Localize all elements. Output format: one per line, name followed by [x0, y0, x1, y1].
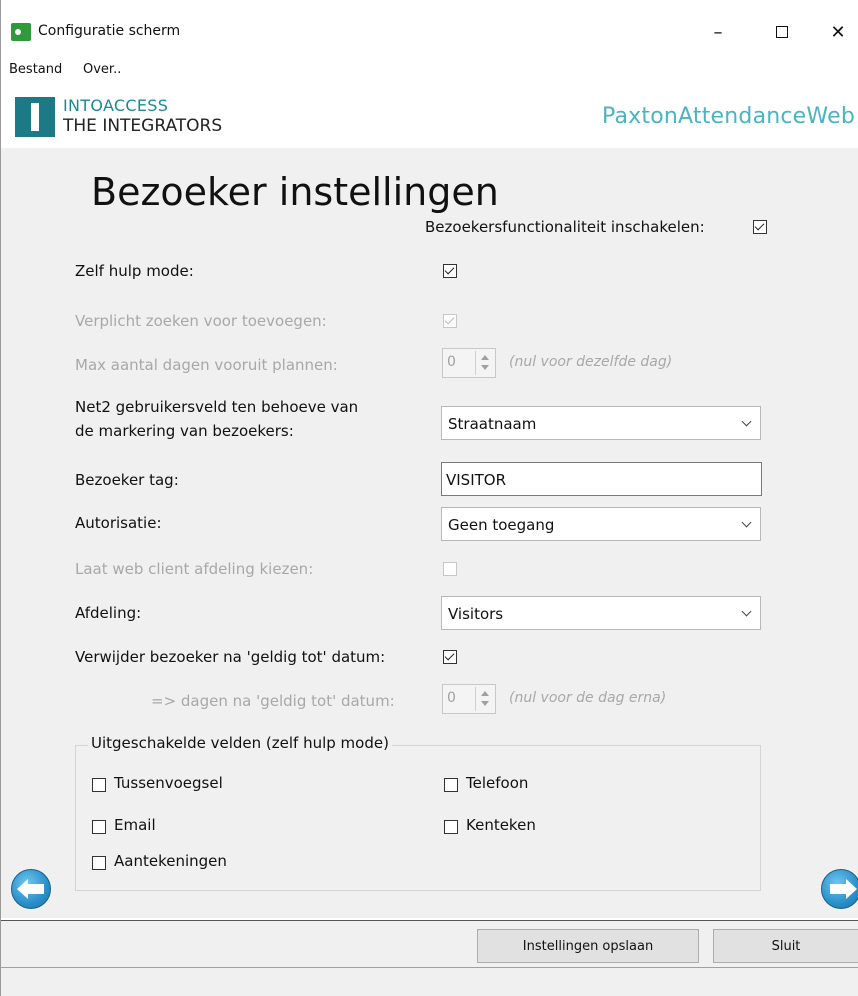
authorization-select[interactable]: Geen toegang: [441, 507, 761, 541]
chevron-down-icon: [741, 606, 752, 617]
close-button[interactable]: Sluit: [713, 929, 858, 963]
next-page-button[interactable]: [821, 869, 858, 909]
authorization-label: Autorisatie:: [75, 514, 162, 532]
save-settings-button[interactable]: Instellingen opslaan: [477, 929, 699, 963]
department-select[interactable]: Visitors: [441, 596, 761, 630]
status-bar: [1, 968, 858, 996]
days-after-spin-buttons[interactable]: [475, 687, 493, 711]
email-label: Email: [114, 816, 156, 834]
net2-field-label-line1: Net2 gebruikersveld ten behoeve van: [75, 398, 359, 416]
visitor-tag-input[interactable]: VISITOR: [441, 462, 762, 496]
telefoon-checkbox[interactable]: [444, 778, 458, 792]
max-days-hint: (nul voor dezelfde dag): [509, 354, 673, 370]
web-client-dept-checkbox[interactable]: [443, 562, 457, 576]
web-client-dept-label: Laat web client afdeling kiezen:: [75, 560, 314, 578]
button-bar: Instellingen opslaan Sluit: [1, 920, 858, 968]
visitor-tag-value: VISITOR: [446, 471, 507, 489]
app-icon: [11, 23, 31, 41]
net2-field-select[interactable]: Straatnaam: [441, 406, 761, 440]
window-title: Configuratie scherm: [38, 23, 181, 39]
days-after-hint: (nul voor de dag erna): [509, 690, 667, 706]
tussenvoegsel-checkbox[interactable]: [92, 778, 106, 792]
intoaccess-logo-icon: [15, 97, 55, 137]
spin-down-icon: [481, 365, 489, 370]
page-title: Bezoeker instellingen: [91, 170, 499, 214]
net2-field-label-line2: de markering van bezoekers:: [75, 422, 294, 440]
enable-visitors-checkbox[interactable]: [753, 220, 767, 234]
arrow-right-icon: [846, 879, 857, 899]
days-after-stepper[interactable]: 0: [442, 684, 496, 714]
title-bar: Configuratie scherm – ✕: [1, 0, 858, 56]
configuration-window: Configuratie scherm – ✕ Bestand Over.. I…: [0, 0, 858, 996]
spin-up-icon: [481, 355, 489, 360]
minimize-button[interactable]: –: [695, 14, 741, 50]
required-search-checkbox[interactable]: [443, 314, 457, 328]
max-days-stepper[interactable]: 0: [442, 348, 496, 378]
arrow-left-shaft: [26, 884, 44, 894]
logo-line-1: INTOACCESS: [63, 96, 169, 115]
spin-up-icon: [481, 691, 489, 696]
menu-bar: Bestand Over..: [1, 56, 858, 86]
kenteken-checkbox[interactable]: [444, 820, 458, 834]
close-window-button[interactable]: ✕: [815, 14, 858, 50]
department-label: Afdeling:: [75, 604, 142, 622]
chevron-down-icon: [741, 517, 752, 528]
net2-field-value: Straatnaam: [448, 415, 537, 433]
aantekeningen-label: Aantekeningen: [114, 852, 227, 870]
spin-down-icon: [481, 701, 489, 706]
days-after-label: => dagen na 'geldig tot' datum:: [151, 692, 395, 710]
enable-visitors-label: Bezoekersfunctionaliteit inschakelen:: [425, 218, 705, 236]
email-checkbox[interactable]: [92, 820, 106, 834]
department-value: Visitors: [448, 605, 504, 623]
maximize-button[interactable]: [759, 14, 805, 50]
tussenvoegsel-label: Tussenvoegsel: [114, 774, 223, 792]
kenteken-label: Kenteken: [466, 816, 536, 834]
authorization-value: Geen toegang: [448, 516, 555, 534]
aantekeningen-checkbox[interactable]: [92, 856, 106, 870]
menu-bestand[interactable]: Bestand: [9, 62, 62, 77]
settings-panel: Bezoeker instellingen Bezoekersfunctiona…: [1, 148, 858, 918]
disabled-fields-legend: Uitgeschakelde velden (zelf hulp mode): [88, 734, 392, 752]
maximize-icon: [776, 26, 788, 38]
visitor-tag-label: Bezoeker tag:: [75, 471, 179, 489]
logo-line-2: THE INTEGRATORS: [63, 116, 223, 136]
max-days-spin-buttons[interactable]: [475, 351, 493, 375]
max-days-value: 0: [447, 354, 456, 370]
previous-page-button[interactable]: [11, 869, 51, 909]
required-search-label: Verplicht zoeken voor toevoegen:: [75, 312, 327, 330]
self-help-label: Zelf hulp mode:: [75, 262, 194, 280]
telefoon-label: Telefoon: [466, 774, 529, 792]
disabled-fields-group: Uitgeschakelde velden (zelf hulp mode) T…: [75, 734, 761, 891]
delete-after-checkbox[interactable]: [443, 650, 457, 664]
delete-after-label: Verwijder bezoeker na 'geldig tot' datum…: [75, 648, 386, 666]
chevron-down-icon: [741, 416, 752, 427]
brand-name: PaxtonAttendanceWeb: [602, 104, 855, 129]
header-banner: INTOACCESS THE INTEGRATORS PaxtonAttenda…: [1, 88, 858, 146]
max-days-label: Max aantal dagen vooruit plannen:: [75, 356, 338, 374]
self-help-checkbox[interactable]: [443, 264, 457, 278]
menu-over[interactable]: Over..: [83, 62, 121, 77]
days-after-value: 0: [447, 690, 456, 706]
